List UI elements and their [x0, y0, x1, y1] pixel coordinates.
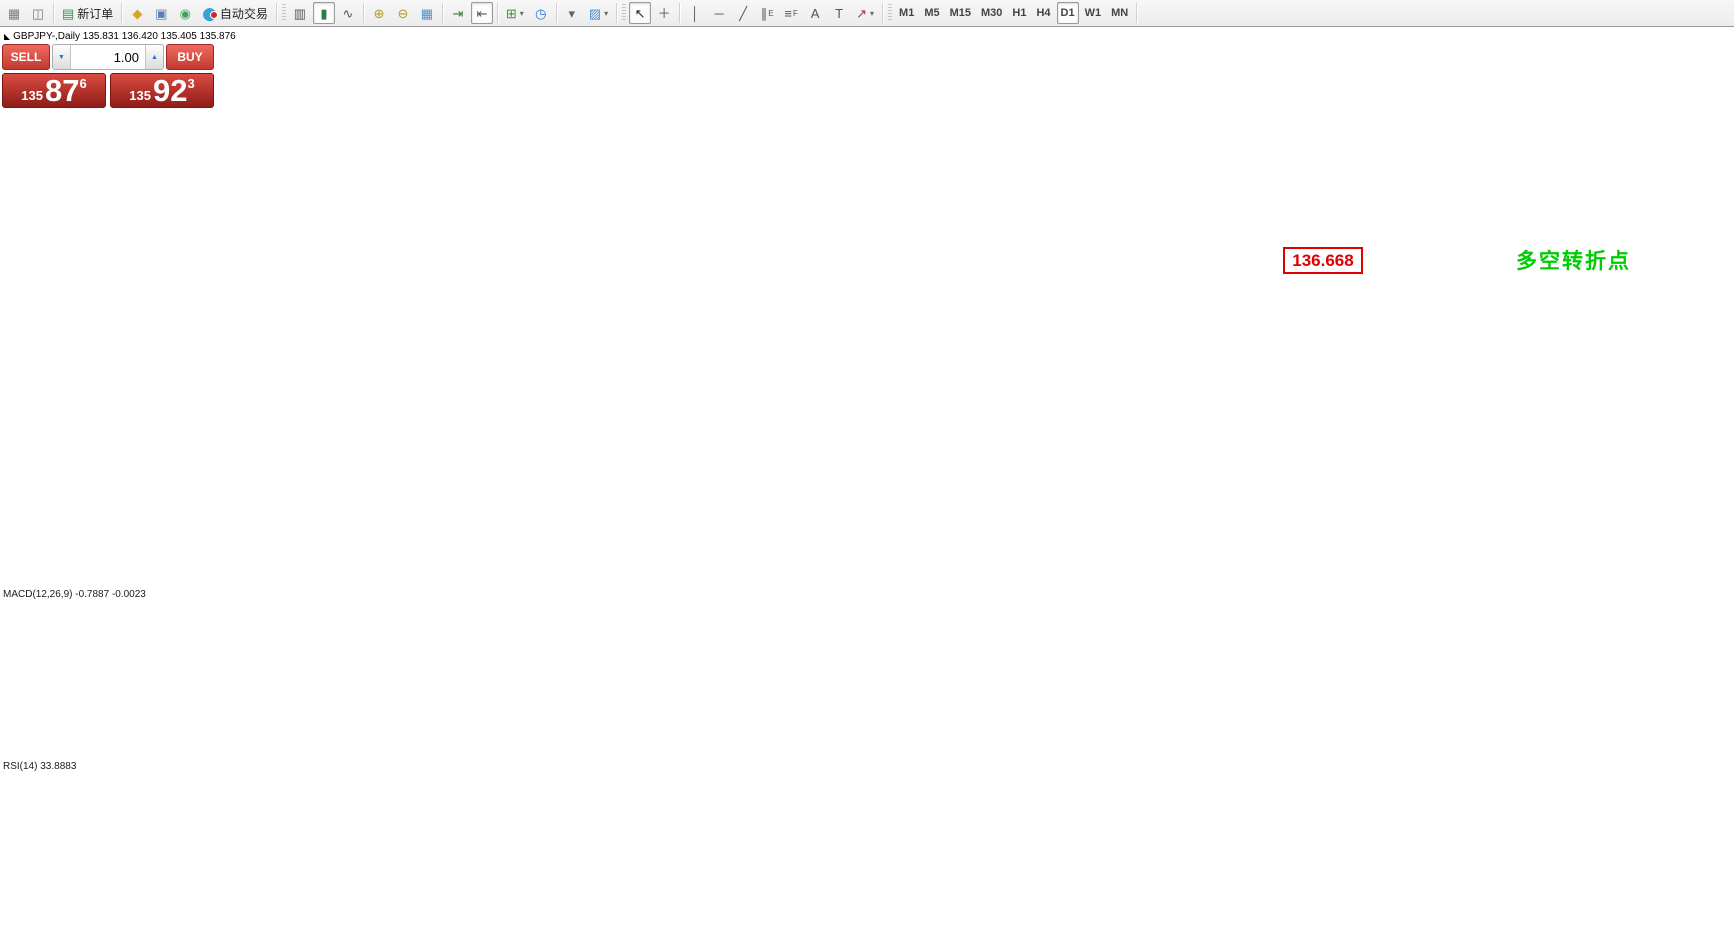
buy-price-box[interactable]: 135 92 3: [110, 73, 214, 108]
buy-price-big: 92: [152, 73, 188, 109]
mt4-terminal: ▦ ◫ ▤ 新订单 ◆ ▣ ◉ ⬤ 自动交易 ▥ ▮ ∿ ⊕ ⊖ ▦ ⇥ ⇤ ⊞ ▾ ◷ ▾ ▨ ▾ ↖ ＋ │ ─ ╱ ∥ E ≡ F A T ↗…: [0, 0, 1734, 952]
volume-stepper: ▼ 1.00 ▲: [52, 44, 164, 70]
pivot-annotation-text[interactable]: 多空转折点: [1516, 245, 1631, 275]
one-click-trading-panel: SELL ▼ 1.00 ▲ BUY 135 87 6 135 92 3: [2, 44, 214, 108]
symbol-ohlc-text: GBPJPY-,Daily 135.831 136.420 135.405 13…: [13, 31, 236, 42]
macd-label: MACD(12,26,9) -0.7887 -0.0023: [3, 589, 146, 600]
sell-price-pip: 6: [79, 76, 87, 91]
price-callout-label[interactable]: 136.668: [1283, 247, 1363, 274]
sell-price-box[interactable]: 135 87 6: [2, 73, 106, 108]
window-corner-icon: ◣: [4, 32, 11, 41]
sell-price-prefix: 135: [21, 87, 43, 103]
volume-input[interactable]: 1.00: [70, 45, 146, 69]
buy-price-prefix: 135: [129, 87, 151, 103]
sell-price-big: 87: [44, 73, 80, 109]
volume-decrease-button[interactable]: ▼: [53, 45, 70, 69]
rsi-label: RSI(14) 33.8883: [3, 761, 77, 772]
buy-button[interactable]: BUY: [166, 44, 214, 70]
volume-increase-button[interactable]: ▲: [146, 45, 163, 69]
buy-price-pip: 3: [187, 76, 195, 91]
sell-button[interactable]: SELL: [2, 44, 50, 70]
chart-title: ◣ GBPJPY-,Daily 135.831 136.420 135.405 1…: [4, 31, 236, 42]
chart-canvas[interactable]: [0, 0, 1734, 952]
